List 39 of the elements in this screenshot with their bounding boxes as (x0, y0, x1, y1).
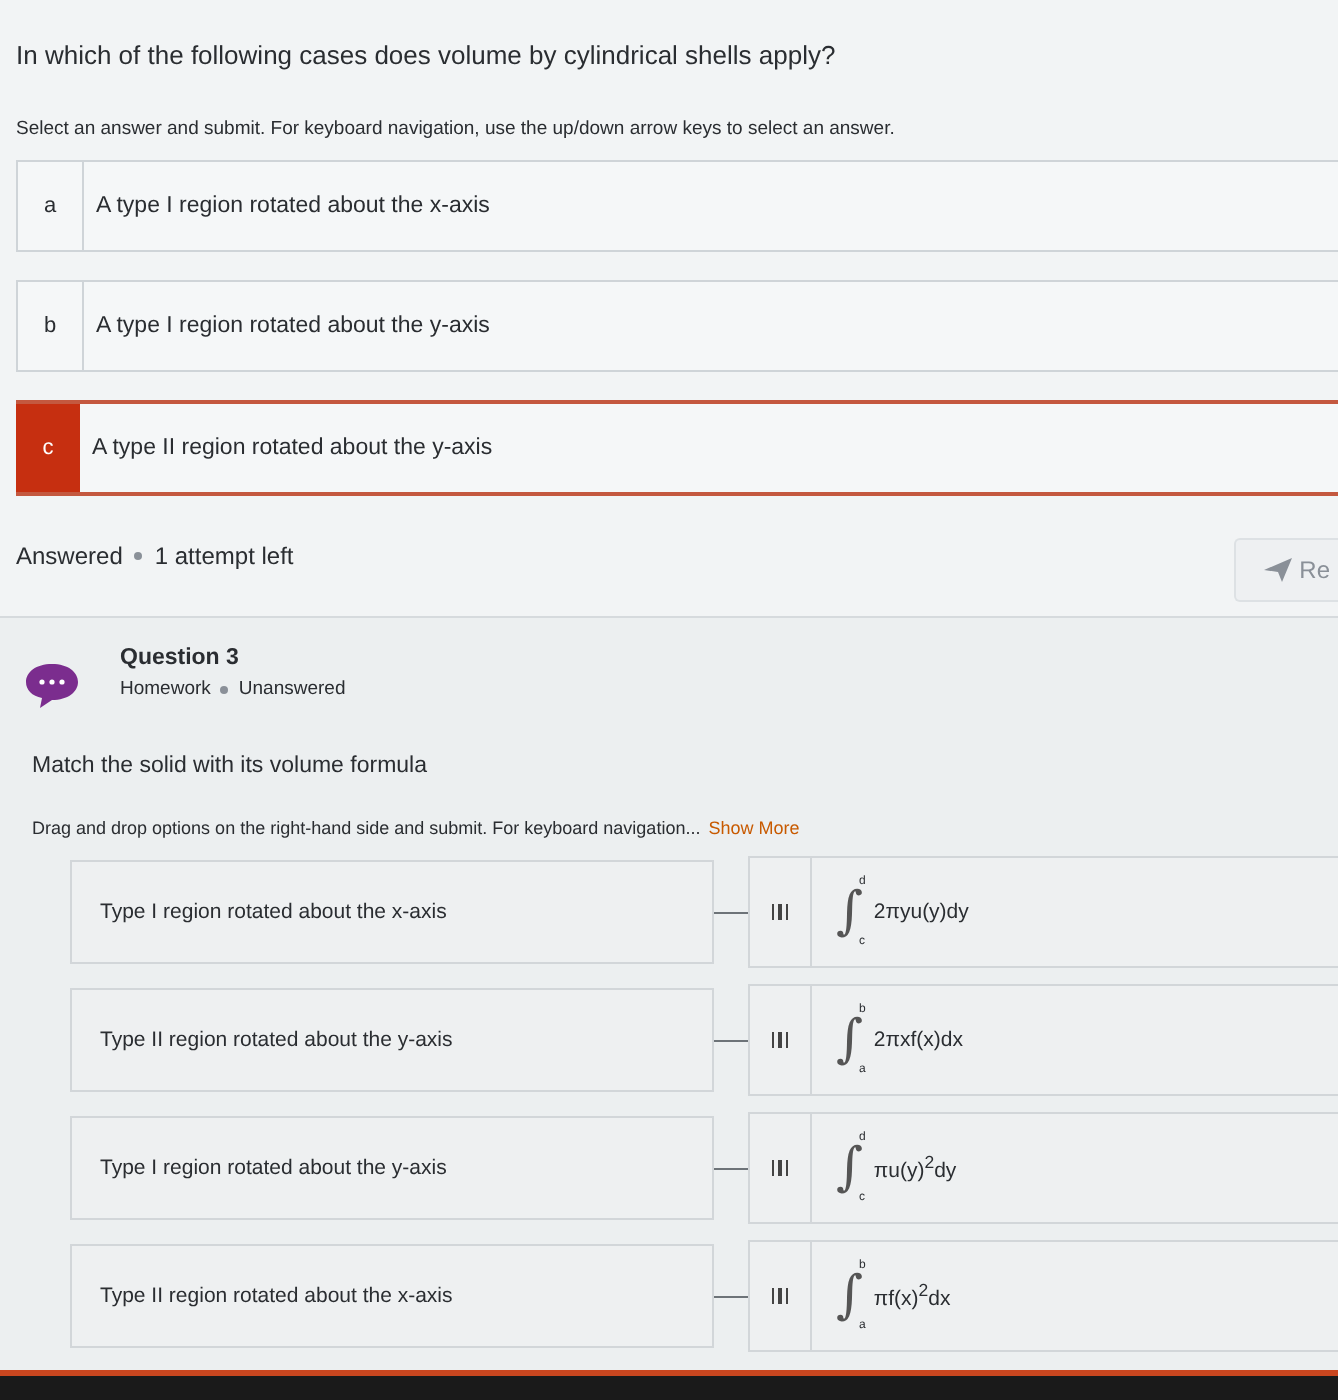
solid-description: Type II region rotated about the x-axis (70, 1244, 714, 1348)
answer-option[interactable]: b A type I region rotated about the y-axis (16, 280, 1338, 372)
option-letter: b (18, 282, 84, 370)
integral-sign: ∫ (836, 886, 864, 938)
answer-option[interactable]: a A type I region rotated about the x-axis (16, 160, 1338, 252)
separator-dot (220, 685, 229, 693)
integral-sign: ∫ (836, 1014, 864, 1066)
integrand: 2πxf(x)dx (873, 1028, 963, 1052)
integrand: 2πyu(y)dy (873, 900, 969, 924)
chat-bubble-icon (24, 662, 80, 710)
question-category: Homework (120, 678, 211, 700)
question-text: Match the solid with its volume formula (30, 754, 429, 778)
solid-description: Type I region rotated about the y-axis (70, 1116, 714, 1220)
integral-sign: ∫ (836, 1142, 864, 1194)
drag-handle-icon[interactable] (771, 1288, 789, 1304)
question-title: Question 3 (120, 646, 241, 670)
option-letter: a (18, 162, 84, 250)
integrand: πu(y)$^{2}$dy (873, 1152, 957, 1184)
answer-status: Answered (16, 542, 123, 570)
drag-handle-icon[interactable] (771, 904, 789, 920)
integral-sign: ∫ (836, 1270, 864, 1322)
solid-description: Type I region rotated about the x-axis (70, 860, 714, 964)
question-status: Unanswered (238, 678, 346, 700)
integrand: πf(x)$^{2}$dx (873, 1280, 951, 1312)
send-icon (1263, 558, 1292, 582)
instructions-text: Select an answer and submit. For keyboard navigation, use the up/down arrow keys to select an answer. (16, 118, 897, 140)
option-letter: c (16, 404, 80, 492)
question-text: In which of the following cases does volume by cylindrical shells apply? (16, 38, 838, 70)
option-text: A type II region rotated about the y-axis (90, 436, 493, 460)
separator-dot (134, 552, 143, 560)
show-more-link[interactable]: Show More (708, 818, 800, 838)
answer-option[interactable]: c A type II region rotated about the y-axis (16, 400, 1338, 496)
attempts-left: 1 attempt left (154, 542, 294, 570)
drag-handle-icon[interactable] (771, 1160, 789, 1176)
option-text: A type I region rotated about the x-axis (94, 194, 490, 218)
drag-handle-icon[interactable] (771, 1032, 789, 1048)
option-text: A type I region rotated about the y-axis (94, 314, 490, 338)
solid-description: Type II region rotated about the y-axis (70, 988, 714, 1092)
instructions-text: Drag and drop options on the right-hand side and submit. For keyboard navigation... (32, 818, 701, 838)
